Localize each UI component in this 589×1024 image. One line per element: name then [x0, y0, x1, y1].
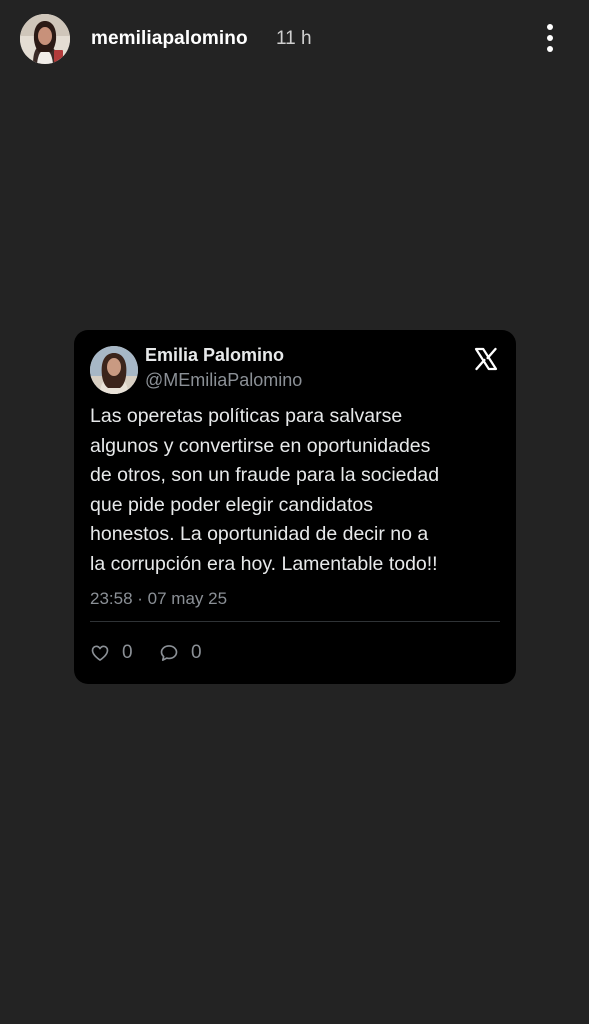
tweet-divider: [90, 621, 500, 622]
reply-bubble-icon: [160, 645, 178, 661]
tweet-text: Las operetas políticas para salvarse alg…: [90, 405, 440, 575]
more-options-button[interactable]: [536, 22, 564, 54]
x-logo-button[interactable]: [474, 347, 498, 371]
story-avatar[interactable]: [20, 14, 70, 64]
story-time: 11 h: [276, 28, 312, 49]
tweet-timestamp: 23:58 · 07 may 25: [90, 589, 228, 608]
reply-count: 0: [191, 642, 202, 663]
profile-photo-icon: [20, 14, 70, 64]
reply-button[interactable]: 0: [159, 640, 202, 666]
tweet-author-handle: @MEmiliaPalomino: [145, 370, 303, 390]
tweet-author-name: Emilia Palomino: [145, 345, 285, 365]
like-button[interactable]: 0: [90, 640, 133, 666]
tweet-card[interactable]: Emilia Palomino @MEmiliaPalomino Las ope…: [74, 330, 516, 684]
author-photo-icon: [90, 346, 138, 394]
x-logo-icon: [474, 347, 498, 371]
story-username[interactable]: memiliapalomino: [91, 28, 248, 50]
story-viewer: memiliapalomino 11 h Emilia Palomino @ME…: [0, 0, 589, 1024]
like-count: 0: [122, 642, 133, 663]
more-vertical-icon: [547, 24, 553, 52]
story-header: memiliapalomino 11 h: [0, 0, 589, 80]
tweet-author-avatar: [90, 346, 138, 394]
heart-icon: [91, 645, 109, 661]
